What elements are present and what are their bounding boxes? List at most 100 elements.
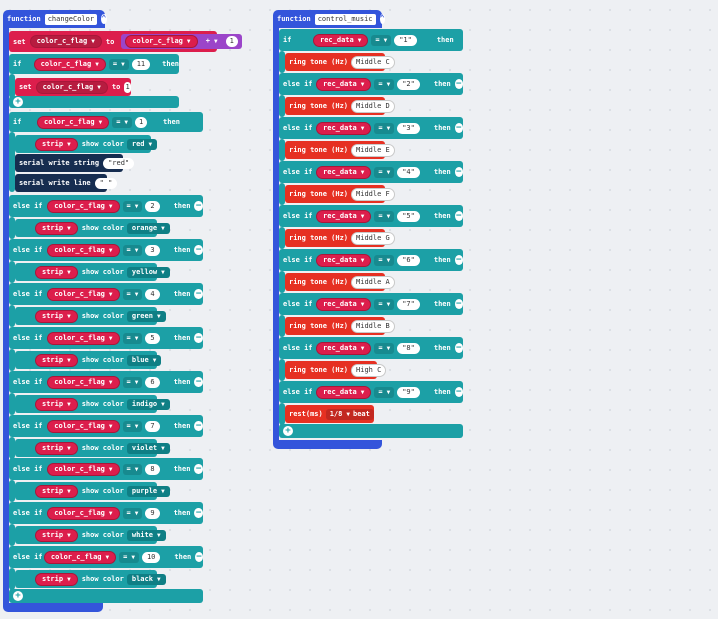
color-dropdown[interactable]: blue ▼	[126, 354, 162, 366]
else-if-row[interactable]: else if rec_data ▼ = ▼ "9" then −	[279, 381, 463, 403]
variable-reporter[interactable]: color_c_flag ▼	[47, 462, 120, 476]
else-if-row[interactable]: else if color_c_flag ▼ = ▼ 8 then −	[9, 458, 203, 480]
number-input[interactable]: 10	[141, 551, 161, 563]
else-if-row[interactable]: else if color_c_flag ▼ = ▼ 7 then −	[9, 415, 203, 437]
strip-variable[interactable]: strip ▼	[35, 397, 78, 411]
number-input[interactable]: 1	[225, 36, 238, 47]
variable-reporter[interactable]: color_c_flag ▼	[47, 419, 120, 433]
function-header[interactable]: function control_music ⌃	[273, 10, 385, 28]
note-picker[interactable]: High C	[351, 363, 387, 377]
remove-branch-icon[interactable]: −	[194, 464, 203, 474]
variable-reporter[interactable]: color_c_flag ▼	[47, 375, 120, 389]
function-name-field[interactable]: changeColor	[44, 13, 98, 25]
number-input[interactable]: 1	[124, 81, 131, 93]
strip-show-color-block[interactable]: strip ▼ show color red ▼	[15, 135, 158, 153]
set-variable-block[interactable]: set color_c_flag ▼ to 1	[15, 78, 131, 96]
if-block[interactable]: if color_c_flag ▼ = ▼ 1 then	[9, 112, 203, 132]
note-picker[interactable]: Middle B	[351, 319, 395, 333]
string-input[interactable]: "red"	[103, 157, 135, 169]
variable-reporter[interactable]: rec_data ▼	[316, 209, 372, 223]
compare-operator[interactable]: =	[378, 300, 382, 308]
add-branch-icon[interactable]: +	[13, 591, 23, 601]
color-dropdown[interactable]: orange ▼	[126, 222, 170, 234]
variable-reporter[interactable]: color_c_flag ▼	[47, 331, 120, 345]
serial-write-string-block[interactable]: serial write string "red"	[15, 154, 135, 172]
number-input[interactable]: 4	[145, 288, 160, 300]
else-if-row[interactable]: else if color_c_flag ▼ = ▼ 2 then −	[9, 195, 203, 217]
color-dropdown[interactable]: green ▼	[126, 310, 166, 322]
variable-reporter[interactable]: color_c_flag ▼	[47, 287, 120, 301]
color-dropdown[interactable]: yellow ▼	[126, 266, 170, 278]
number-input[interactable]: 6	[145, 376, 160, 388]
remove-branch-icon[interactable]: −	[194, 508, 203, 518]
else-if-row[interactable]: else if color_c_flag ▼ = ▼ 9 then −	[9, 502, 203, 524]
strip-variable[interactable]: strip ▼	[35, 484, 78, 498]
note-picker[interactable]: Middle G	[351, 231, 395, 245]
strip-variable[interactable]: strip ▼	[35, 353, 78, 367]
color-dropdown[interactable]: white ▼	[126, 529, 166, 541]
ring-tone-block[interactable]: ring tone (Hz) Middle E	[285, 141, 395, 159]
remove-branch-icon[interactable]: −	[194, 201, 203, 211]
remove-branch-icon[interactable]: −	[194, 289, 203, 299]
compare-operator[interactable]: =	[127, 422, 131, 430]
string-input[interactable]: "2"	[397, 78, 420, 90]
compare-operator[interactable]: =	[127, 509, 131, 517]
ring-tone-block[interactable]: ring tone (Hz) Middle D	[285, 97, 395, 115]
variable-reporter[interactable]: color_c_flag ▼	[47, 199, 120, 213]
number-input[interactable]: 9	[145, 507, 160, 519]
compare-operator[interactable]: =	[116, 118, 120, 126]
compare-operator[interactable]: =	[378, 212, 382, 220]
string-input[interactable]: " "	[94, 177, 118, 189]
else-if-row[interactable]: else if color_c_flag ▼ = ▼ 3 then −	[9, 239, 203, 261]
strip-show-color-block[interactable]: strip ▼ show color black ▼	[15, 570, 166, 588]
else-if-row[interactable]: else if rec_data ▼ = ▼ "8" then −	[279, 337, 463, 359]
remove-branch-icon[interactable]: −	[454, 79, 463, 89]
strip-variable[interactable]: strip ▼	[35, 572, 78, 586]
if-block[interactable]: if rec_data ▼ = ▼ "1" then	[279, 29, 463, 51]
strip-variable[interactable]: strip ▼	[35, 221, 78, 235]
string-input[interactable]: "9"	[397, 386, 420, 398]
add-branch-icon[interactable]: +	[13, 97, 23, 107]
color-dropdown[interactable]: indigo ▼	[126, 398, 170, 410]
remove-branch-icon[interactable]: −	[454, 167, 463, 177]
strip-variable[interactable]: strip ▼	[35, 137, 78, 151]
string-input[interactable]: "6"	[397, 254, 420, 266]
remove-branch-icon[interactable]: −	[454, 211, 463, 221]
else-if-row[interactable]: else if rec_data ▼ = ▼ "2" then −	[279, 73, 463, 95]
variable-reporter[interactable]: color_c_flag ▼	[125, 35, 198, 48]
remove-branch-icon[interactable]: −	[454, 299, 463, 309]
else-if-row[interactable]: else if rec_data ▼ = ▼ "6" then −	[279, 249, 463, 271]
variable-dropdown[interactable]: color_c_flag ▼	[35, 80, 108, 94]
strip-show-color-block[interactable]: strip ▼ show color green ▼	[15, 307, 166, 325]
number-input[interactable]: 11	[131, 58, 151, 70]
remove-branch-icon[interactable]: −	[194, 421, 203, 431]
strip-show-color-block[interactable]: strip ▼ show color purple ▼	[15, 482, 170, 500]
number-input[interactable]: 5	[145, 332, 160, 344]
compare-operator[interactable]: =	[378, 344, 382, 352]
color-dropdown[interactable]: red ▼	[126, 138, 158, 150]
variable-reporter[interactable]: rec_data ▼	[316, 253, 372, 267]
compare-operator[interactable]: =	[127, 334, 131, 342]
else-if-row[interactable]: else if color_c_flag ▼ = ▼ 5 then −	[9, 327, 203, 349]
variable-reporter[interactable]: rec_data ▼	[316, 297, 372, 311]
ring-tone-block[interactable]: ring tone (Hz) Middle B	[285, 317, 395, 335]
strip-show-color-block[interactable]: strip ▼ show color indigo ▼	[15, 395, 170, 413]
compare-operator[interactable]: =	[378, 124, 382, 132]
string-input[interactable]: "4"	[397, 166, 420, 178]
strip-variable[interactable]: strip ▼	[35, 528, 78, 542]
variable-reporter[interactable]: rec_data ▼	[316, 77, 372, 91]
remove-branch-icon[interactable]: −	[195, 552, 203, 562]
if-block[interactable]: if color_c_flag ▼ = ▼ 11 then	[9, 54, 179, 74]
number-input[interactable]: 1	[135, 116, 148, 128]
variable-reporter[interactable]: color_c_flag ▼	[33, 57, 106, 71]
compare-operator[interactable]: =	[378, 168, 382, 176]
remove-branch-icon[interactable]: −	[194, 245, 203, 255]
compare-operator[interactable]: =	[378, 388, 382, 396]
strip-variable[interactable]: strip ▼	[35, 309, 78, 323]
else-if-row[interactable]: else if rec_data ▼ = ▼ "7" then −	[279, 293, 463, 315]
string-input[interactable]: "8"	[397, 342, 420, 354]
variable-reporter[interactable]: rec_data ▼	[313, 33, 369, 47]
collapse-icon[interactable]: ⌃	[379, 14, 385, 24]
remove-branch-icon[interactable]: −	[454, 343, 463, 353]
variable-reporter[interactable]: rec_data ▼	[316, 341, 372, 355]
